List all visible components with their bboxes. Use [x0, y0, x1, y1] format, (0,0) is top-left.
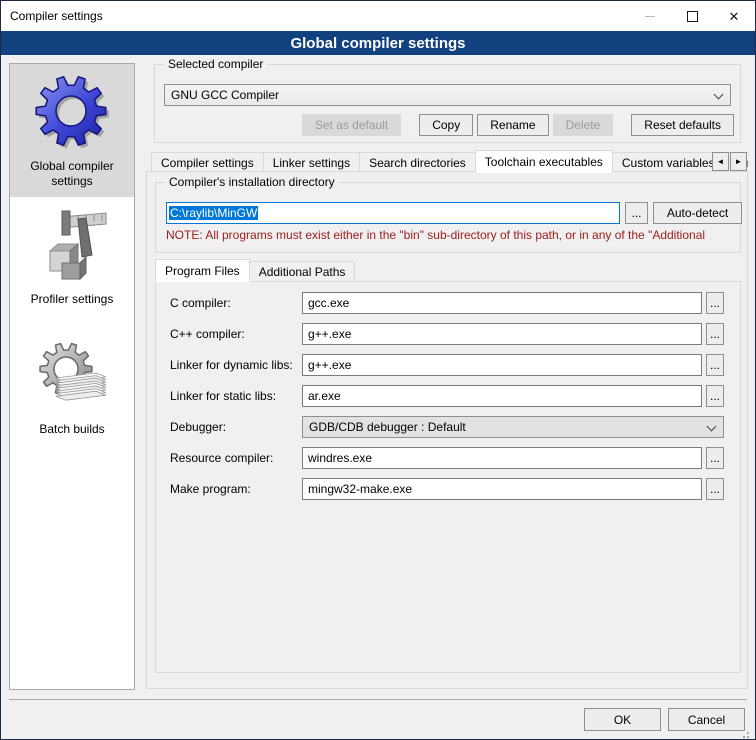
set-as-default-button: Set as default — [302, 114, 401, 136]
settings-tabs: Compiler settingsLinker settingsSearch d… — [151, 150, 749, 173]
dialog-header: Global compiler settings — [1, 31, 755, 55]
settings-category-list: Global compiler settings Profiler setting… — [9, 63, 135, 690]
form-row-debugger: Debugger: GDB/CDB debugger : Default — [156, 416, 740, 438]
cpp-compiler-input[interactable] — [302, 323, 702, 345]
gray-gear-stack-icon — [13, 339, 131, 418]
resize-grip[interactable] — [747, 732, 749, 734]
tab-custom-variables[interactable]: Custom variables — [612, 152, 725, 173]
linker-static-label: Linker for static libs: — [170, 385, 276, 407]
compiler-actions: Set as default CopyRenameDelete Reset defa… — [164, 114, 734, 136]
ok-button[interactable]: OK — [584, 708, 661, 731]
resource-compiler-browse-button[interactable]: ... — [706, 447, 724, 469]
linker-static-input[interactable] — [302, 385, 702, 407]
main-column: Selected compiler GNU GCC Compiler Set a… — [146, 64, 749, 690]
form-row-resource-compiler: Resource compiler:... — [156, 447, 740, 469]
sidebar-item-profiler-settings[interactable]: Profiler settings — [10, 197, 134, 315]
make-program-browse-button[interactable]: ... — [706, 478, 724, 500]
subtab-additional-paths[interactable]: Additional Paths — [249, 261, 356, 282]
cancel-label: Cancel — [688, 713, 725, 727]
installation-note: NOTE: All programs must exist either in … — [166, 228, 739, 242]
program-files-tabs: Program FilesAdditional Paths — [155, 259, 355, 282]
window-title: Compiler settings — [1, 9, 103, 23]
sidebar-item-label: Profiler settings — [13, 292, 131, 307]
title-bar[interactable]: Compiler settings ✕ — [1, 1, 755, 31]
resource-compiler-label: Resource compiler: — [170, 447, 273, 469]
resource-compiler-input[interactable] — [302, 447, 702, 469]
installation-directory-legend: Compiler's installation directory — [165, 175, 339, 189]
tab-search-directories[interactable]: Search directories — [359, 152, 476, 173]
tab-compiler-settings[interactable]: Compiler settings — [151, 152, 264, 173]
close-button[interactable]: ✕ — [713, 1, 755, 31]
c-compiler-input[interactable] — [302, 292, 702, 314]
installation-directory-group: Compiler's installation directory C:\ray… — [155, 182, 741, 253]
cancel-button[interactable]: Cancel — [668, 708, 745, 731]
delete-button: Delete — [553, 114, 614, 136]
compiler-select[interactable]: GNU GCC Compiler — [164, 84, 731, 106]
selected-compiler-legend: Selected compiler — [164, 57, 267, 71]
compiler-settings-dialog: Compiler settings ✕ Global compiler sett… — [0, 0, 756, 740]
installation-directory-input[interactable]: C:\raylib\MinGW — [166, 202, 620, 224]
form-row-linker-static: Linker for static libs:... — [156, 385, 740, 407]
make-program-label: Make program: — [170, 478, 251, 500]
program-files-panel: C compiler:...C++ compiler:...Linker for… — [155, 281, 741, 673]
form-row-c-compiler: C compiler:... — [156, 292, 740, 314]
cpp-compiler-label: C++ compiler: — [170, 323, 245, 345]
copy-button[interactable]: Copy — [419, 114, 473, 136]
tab-scroll-right-button[interactable]: ► — [730, 152, 747, 171]
caliper-icon — [13, 205, 131, 288]
rename-button[interactable]: Rename — [477, 114, 548, 136]
sidebar-item-batch-builds[interactable]: Batch builds — [10, 331, 134, 445]
tab-toolchain-executables[interactable]: Toolchain executables — [475, 150, 613, 173]
tab-scroll-left-button[interactable]: ◄ — [712, 152, 729, 171]
subtab-program-files[interactable]: Program Files — [155, 259, 250, 282]
maximize-icon — [687, 11, 698, 22]
linker-dynamic-label: Linker for dynamic libs: — [170, 354, 293, 376]
debugger-select[interactable]: GDB/CDB debugger : Default — [302, 416, 724, 438]
c-compiler-browse-button[interactable]: ... — [706, 292, 724, 314]
caption-buttons: ✕ — [629, 1, 755, 31]
c-compiler-label: C compiler: — [170, 292, 231, 314]
installation-directory-browse-button[interactable]: ... — [625, 202, 648, 224]
arrow-left-icon: ◄ — [717, 157, 725, 166]
form-row-make-program: Make program:... — [156, 478, 740, 500]
tab-scroll-arrows: ◄ ► — [711, 152, 747, 171]
toolchain-executables-panel: Compiler's installation directory C:\ray… — [146, 171, 748, 689]
form-row-linker-dynamic: Linker for dynamic libs:... — [156, 354, 740, 376]
sidebar-item-label: Batch builds — [13, 422, 131, 437]
make-program-input[interactable] — [302, 478, 702, 500]
blue-gear-icon — [13, 72, 131, 155]
sidebar-item-label: Global compiler settings — [13, 159, 131, 189]
minimize-icon — [645, 16, 655, 17]
linker-dynamic-browse-button[interactable]: ... — [706, 354, 724, 376]
tab-linker-settings[interactable]: Linker settings — [263, 152, 360, 173]
selected-compiler-group: Selected compiler GNU GCC Compiler Set a… — [154, 64, 741, 143]
reset-defaults-button[interactable]: Reset defaults — [631, 114, 734, 136]
ellipsis-icon: ... — [631, 206, 641, 220]
installation-directory-selected-text: C:\raylib\MinGW — [169, 206, 258, 220]
auto-detect-label: Auto-detect — [667, 206, 728, 220]
chevron-down-icon — [707, 422, 717, 432]
minimize-button[interactable] — [629, 1, 671, 31]
form-row-cpp-compiler: C++ compiler:... — [156, 323, 740, 345]
arrow-right-icon: ► — [735, 157, 743, 166]
cpp-compiler-browse-button[interactable]: ... — [706, 323, 724, 345]
linker-static-browse-button[interactable]: ... — [706, 385, 724, 407]
auto-detect-button[interactable]: Auto-detect — [653, 202, 742, 224]
compiler-select-value: GNU GCC Compiler — [171, 88, 279, 102]
maximize-button[interactable] — [671, 1, 713, 31]
sidebar-item-global-compiler-settings[interactable]: Global compiler settings — [10, 64, 134, 197]
ok-label: OK — [614, 713, 631, 727]
debugger-label: Debugger: — [170, 416, 226, 438]
close-icon: ✕ — [729, 10, 740, 23]
dialog-body: Global compiler settings Profiler setting… — [1, 55, 755, 740]
debugger-select-value: GDB/CDB debugger : Default — [309, 420, 466, 434]
linker-dynamic-input[interactable] — [302, 354, 702, 376]
chevron-down-icon — [714, 90, 724, 100]
footer-separator — [9, 699, 747, 700]
dialog-header-title: Global compiler settings — [290, 35, 465, 52]
